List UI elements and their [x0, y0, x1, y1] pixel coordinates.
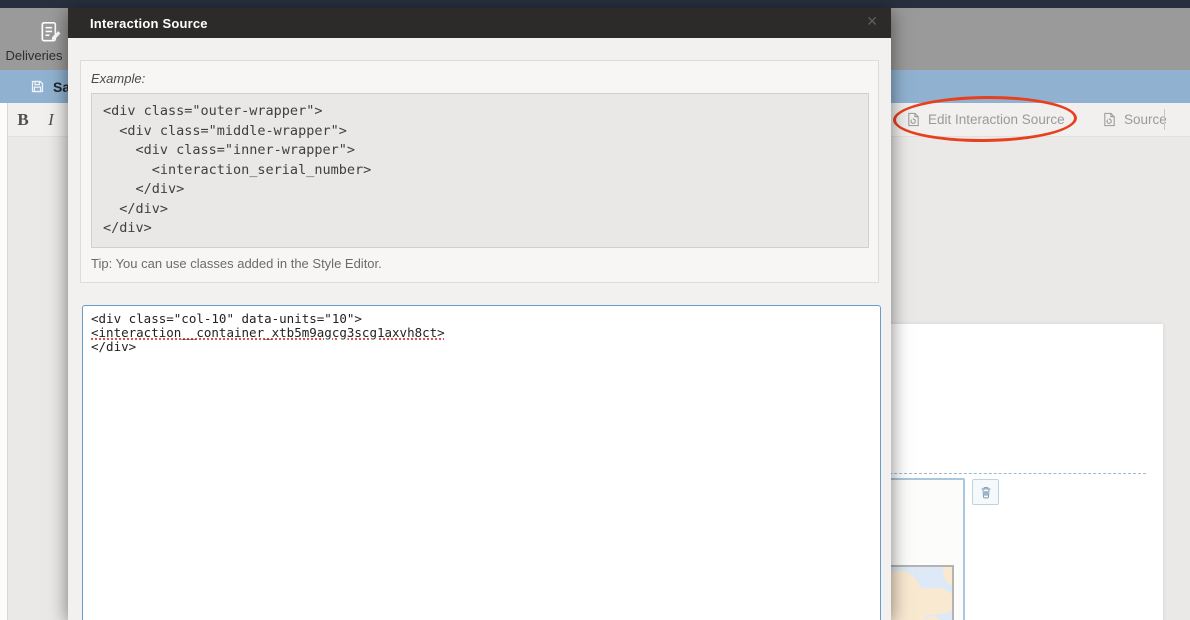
document-source-icon	[906, 112, 921, 127]
map-landmass	[943, 565, 954, 585]
sidebar-item-deliveries[interactable]: Deliveries	[0, 8, 68, 70]
document-source-icon	[1102, 112, 1117, 127]
left-edge-panel	[0, 103, 8, 620]
toolbar-divider	[1164, 109, 1165, 130]
modal-header: Interaction Source ✕	[68, 8, 891, 38]
source-button[interactable]: Source	[1102, 103, 1167, 136]
editor-line: <div class="col-10" data-units="10">	[91, 312, 872, 326]
tip-text: Tip: You can use classes added in the St…	[91, 256, 869, 271]
example-panel: Example: <div class="outer-wrapper"> <di…	[80, 60, 879, 283]
modal-title: Interaction Source	[90, 16, 208, 31]
trash-icon	[979, 485, 993, 499]
editor-line: </div>	[91, 340, 872, 354]
close-icon[interactable]: ✕	[866, 14, 878, 28]
editor-line-misspelled: <interaction__container_xtb5m9agcg3scg1a…	[91, 326, 872, 340]
app-window: Deliveries Sav B I Edit Interaction Sour…	[0, 0, 1190, 620]
delete-block-button[interactable]	[972, 479, 999, 505]
source-label: Source	[1124, 112, 1167, 127]
edit-interaction-source-label: Edit Interaction Source	[928, 112, 1065, 127]
bold-button[interactable]: B	[10, 103, 36, 136]
top-navbar	[0, 0, 1190, 8]
example-label: Example:	[91, 71, 869, 86]
italic-button[interactable]: I	[38, 103, 64, 136]
edit-interaction-source-button[interactable]: Edit Interaction Source	[906, 103, 1065, 136]
deliveries-clipboard-icon	[38, 19, 64, 45]
example-code-block: <div class="outer-wrapper"> <div class="…	[91, 93, 869, 248]
interaction-source-modal: Interaction Source ✕ Example: <div class…	[68, 8, 891, 620]
interaction-source-editor[interactable]: <div class="col-10" data-units="10"> <in…	[82, 305, 881, 620]
deliveries-label: Deliveries	[0, 48, 68, 63]
save-floppy-icon	[30, 79, 45, 94]
